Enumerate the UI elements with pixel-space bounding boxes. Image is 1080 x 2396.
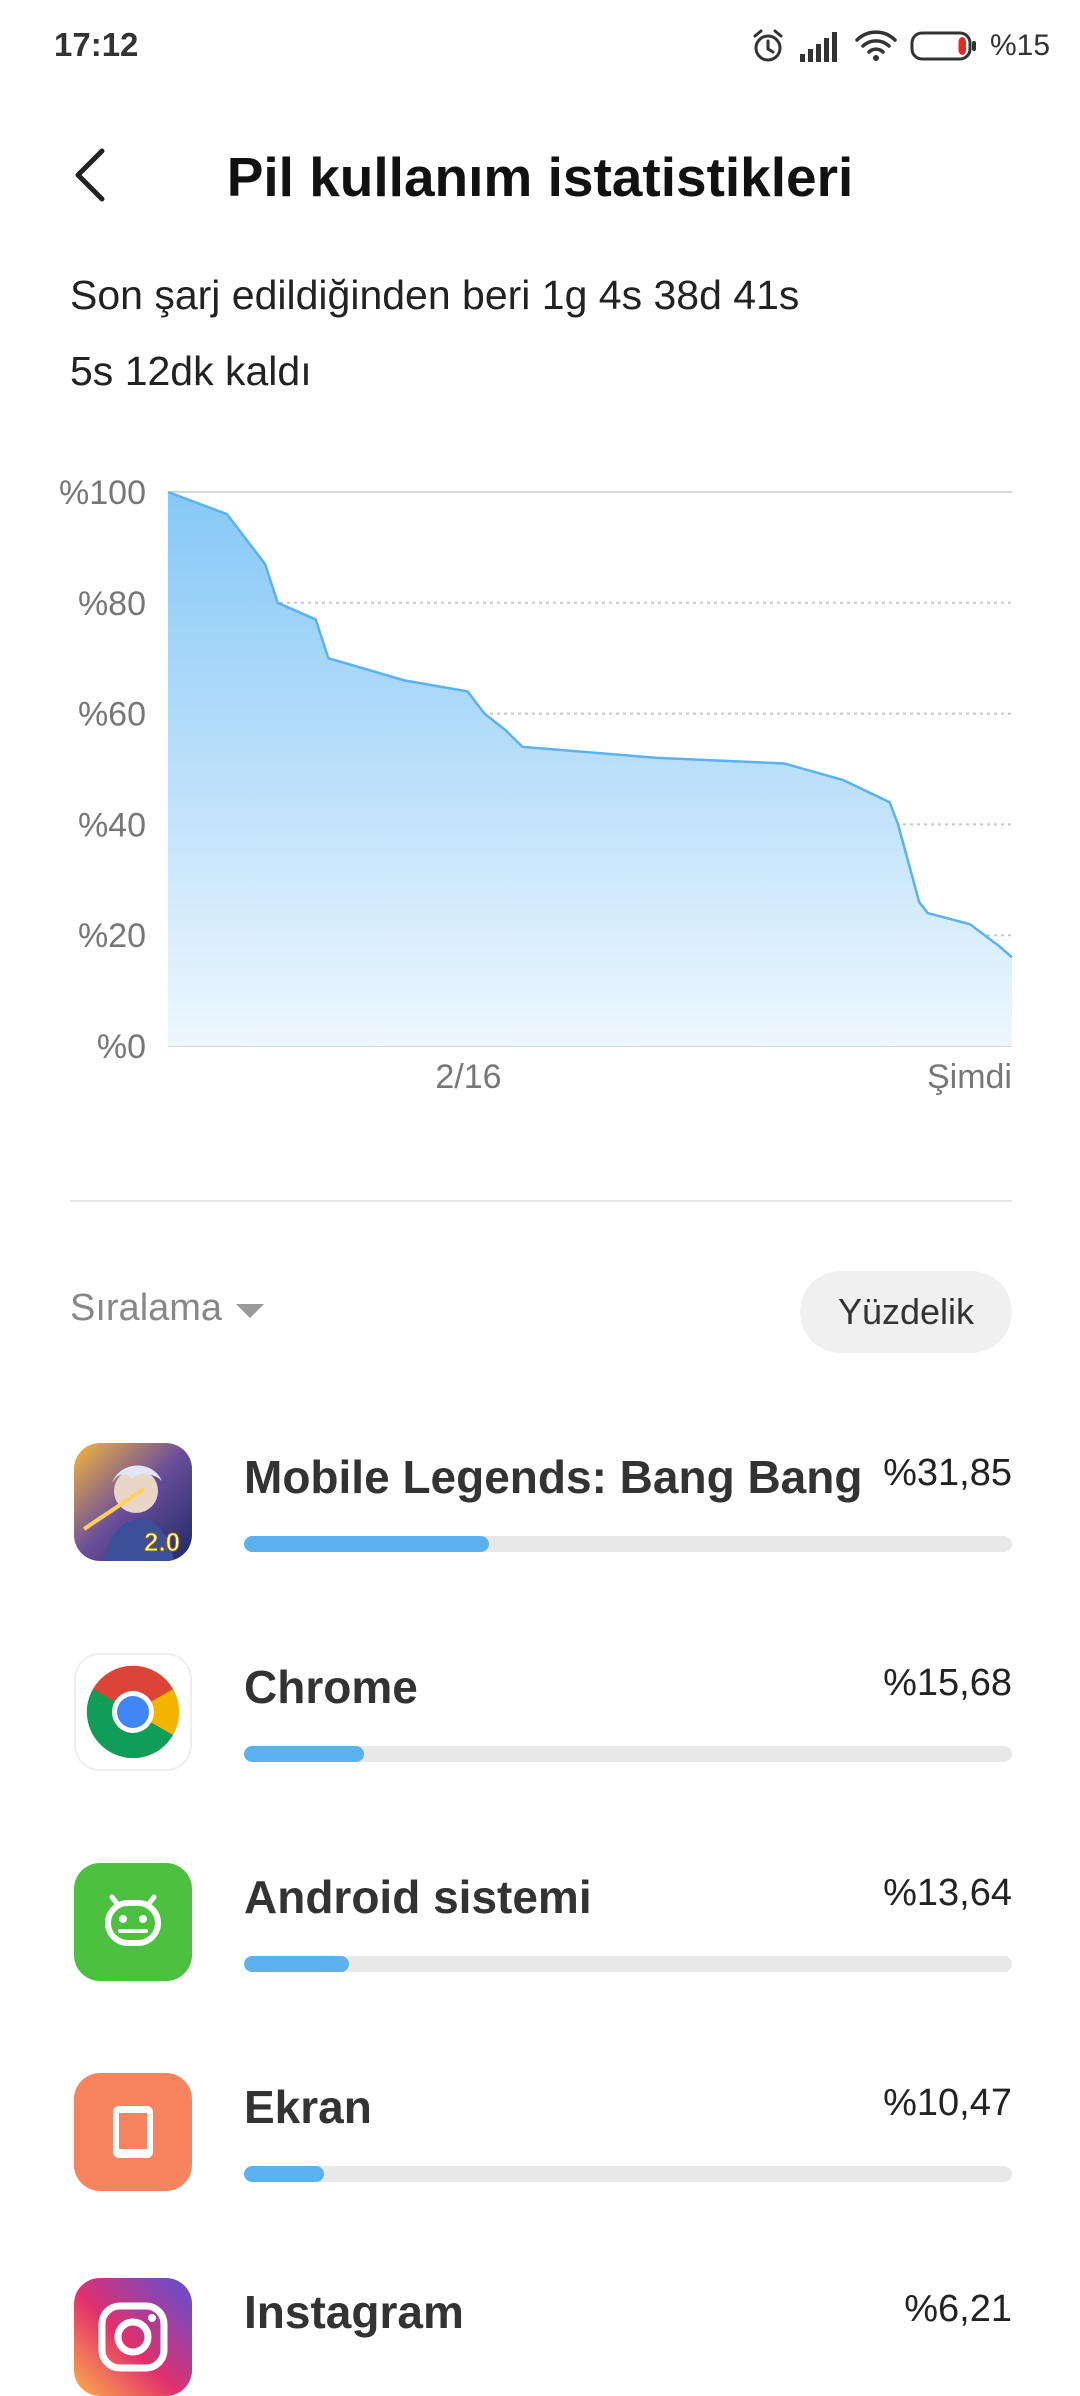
usage-bar-fill xyxy=(244,1956,349,1972)
app-name[interactable]: Android sistemi xyxy=(244,1870,592,1924)
usage-bar-fill xyxy=(244,1746,365,1762)
mobile-legends-icon: 2.0 xyxy=(74,1443,192,1561)
y-tick-label: %0 xyxy=(97,1028,146,1066)
app-name[interactable]: Chrome xyxy=(244,1660,418,1714)
y-tick-label: %60 xyxy=(78,696,146,734)
svg-text:2.0: 2.0 xyxy=(144,1527,180,1557)
chrome-icon xyxy=(74,1653,192,1771)
app-name[interactable]: Mobile Legends: Bang Bang xyxy=(244,1450,862,1504)
usage-bar-fill xyxy=(244,2166,325,2182)
signal-icon xyxy=(798,30,842,62)
app-percent: %6,21 xyxy=(904,2288,1012,2330)
percentage-toggle-button[interactable]: Yüzdelik xyxy=(800,1271,1012,1353)
y-tick-label: %40 xyxy=(78,806,146,844)
sort-label: Sıralama xyxy=(70,1287,223,1329)
battery-chart: %100 %80 %60 %40 %20 %0 2/16 Şimdi xyxy=(59,474,1013,1096)
page-title: Pil kullanım istatistikleri xyxy=(226,146,854,208)
status-icons: %15 xyxy=(750,26,1050,66)
y-tick-label: %80 xyxy=(78,585,146,623)
app-name[interactable]: Instagram xyxy=(244,2285,464,2339)
usage-bar xyxy=(244,2166,1012,2182)
battery-percent: %15 xyxy=(989,29,1050,62)
app-percent: %15,68 xyxy=(883,1662,1012,1704)
usage-bar xyxy=(244,1956,1012,1972)
usage-bar-fill xyxy=(244,1536,489,1552)
battery-icon xyxy=(910,30,978,62)
app-name[interactable]: Ekran xyxy=(244,2080,372,2134)
caret-down-icon xyxy=(236,1303,265,1318)
alarm-icon xyxy=(750,28,786,64)
battery-area xyxy=(168,492,1012,1046)
instagram-icon xyxy=(74,2278,192,2396)
app-percent: %13,64 xyxy=(883,1872,1012,1914)
since-last-charge: Son şarj edildiğinden beri 1g 4s 38d 41s xyxy=(70,272,800,318)
remaining-time: 5s 12dk kaldı xyxy=(70,348,312,394)
sort-dropdown[interactable]: Sıralama xyxy=(70,1287,265,1330)
y-tick-label: %100 xyxy=(59,474,146,512)
usage-bar xyxy=(244,1536,1012,1552)
android-icon xyxy=(74,1863,192,1981)
status-time: 17:12 xyxy=(54,26,139,63)
wifi-icon xyxy=(854,29,898,63)
app-percent: %31,85 xyxy=(883,1452,1012,1494)
x-tick-label: 2/16 xyxy=(435,1058,501,1096)
usage-bar xyxy=(244,1746,1012,1762)
y-tick-label: %20 xyxy=(78,917,146,955)
app-percent: %10,47 xyxy=(883,2082,1012,2124)
divider xyxy=(70,1200,1012,1202)
screen-icon xyxy=(74,2073,192,2191)
x-tick-label: Şimdi xyxy=(927,1058,1012,1096)
